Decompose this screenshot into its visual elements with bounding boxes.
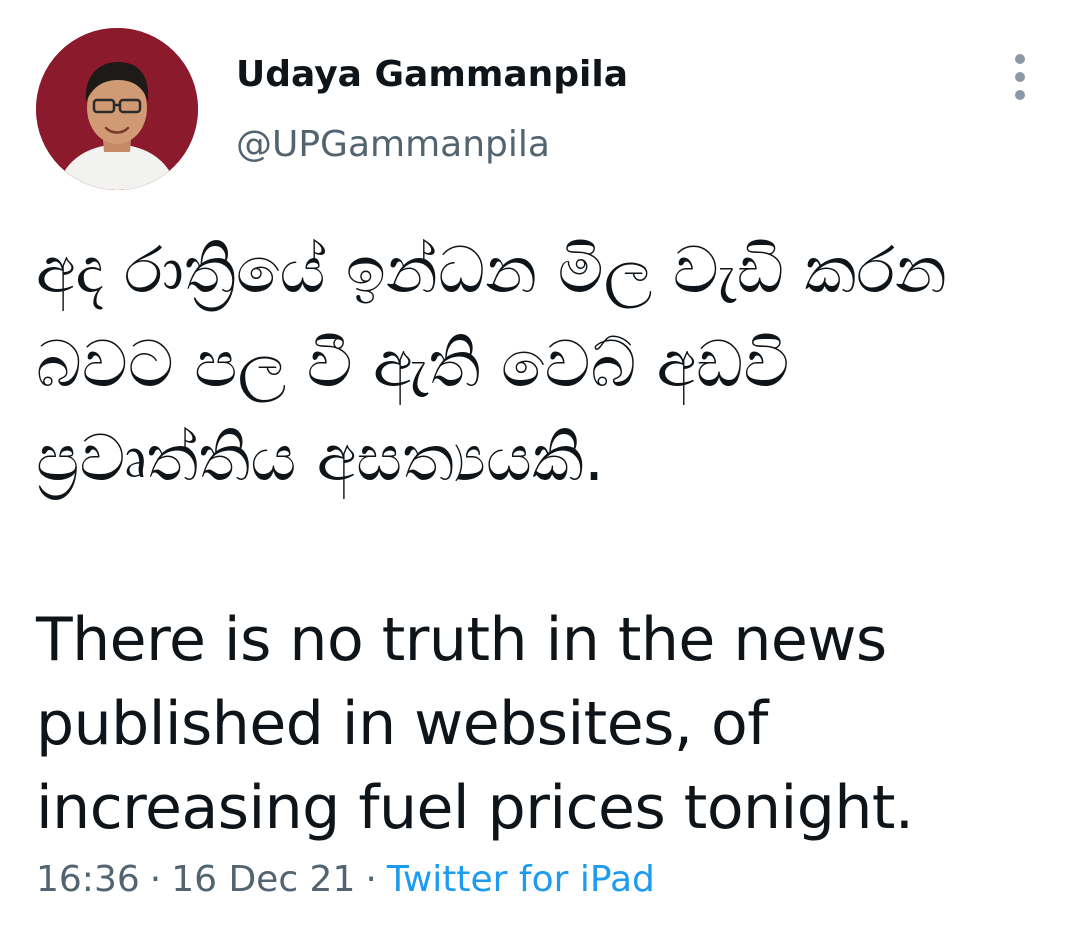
tweet-meta: 16:36 · 16 Dec 21 · Twitter for iPad: [36, 856, 655, 904]
avatar[interactable]: [36, 28, 198, 190]
author-name[interactable]: Udaya Gammanpila: [236, 52, 628, 98]
tweet-time[interactable]: 16:36: [36, 859, 140, 900]
more-dot: [1015, 72, 1025, 82]
tweet-card: Udaya Gammanpila @UPGammanpila අද රාත්‍ර…: [0, 0, 1080, 934]
more-dot: [1015, 54, 1025, 64]
more-vertical-icon[interactable]: [1002, 54, 1038, 100]
meta-separator: ·: [365, 859, 377, 900]
tweet-source[interactable]: Twitter for iPad: [387, 859, 655, 900]
tweet-text-english: There is no truth in the news published …: [36, 605, 914, 843]
avatar-image: [36, 28, 198, 190]
more-dot: [1015, 90, 1025, 100]
tweet-text-sinhala: අද රාත්‍රියේ ඉන්ධන මිල වැඩි කරන බවට පල ව…: [36, 234, 947, 496]
meta-separator: ·: [149, 859, 162, 900]
author-handle[interactable]: @UPGammanpila: [236, 122, 550, 168]
tweet-date[interactable]: 16 Dec 21: [171, 859, 355, 900]
